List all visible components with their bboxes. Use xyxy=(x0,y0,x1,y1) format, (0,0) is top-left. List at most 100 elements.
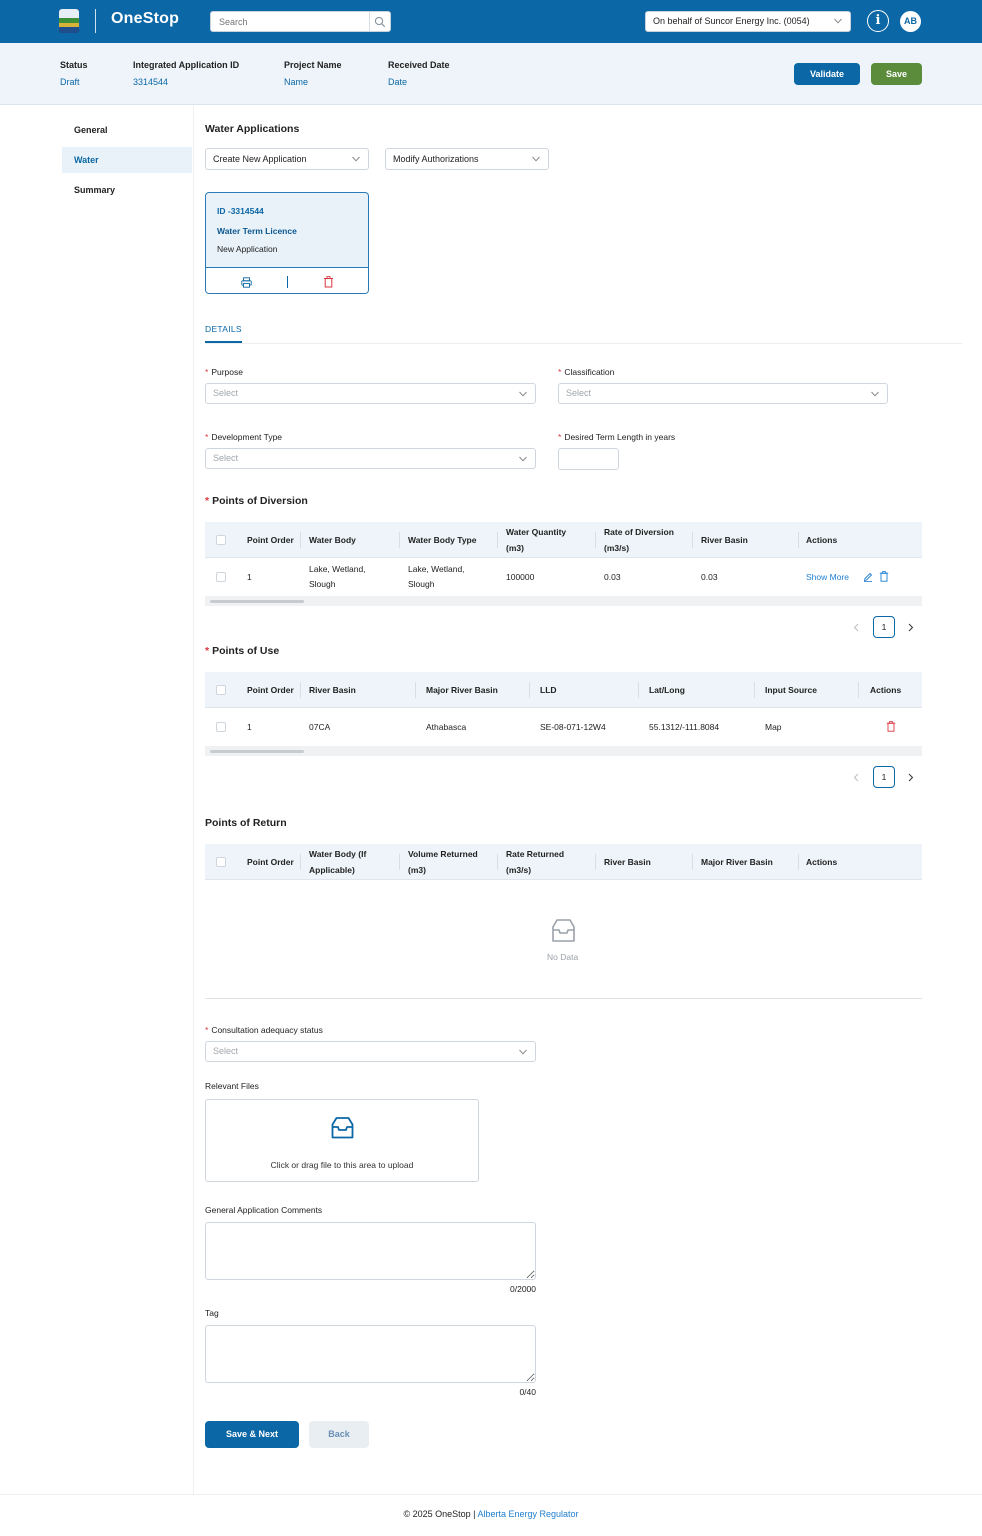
comments-textarea[interactable] xyxy=(205,1222,536,1280)
sidebar-item-summary[interactable]: Summary xyxy=(62,177,192,203)
column-header: Actions xyxy=(870,685,902,695)
save-and-next-button[interactable]: Save & Next xyxy=(205,1421,299,1448)
column-header[interactable]: LLD xyxy=(540,672,630,708)
pagination-next-icon[interactable] xyxy=(906,623,915,632)
application-card-type: Water Term Licence xyxy=(217,226,297,236)
application-card-subtitle: New Application xyxy=(217,244,278,254)
on-behalf-select[interactable]: On behalf of Suncor Energy Inc. (0054) xyxy=(645,11,851,32)
empty-inbox-icon xyxy=(552,919,575,942)
delete-icon[interactable] xyxy=(879,571,889,582)
status-field: Status Draft xyxy=(60,60,88,87)
select-all-checkbox[interactable] xyxy=(216,535,226,545)
application-card[interactable]: ID -3314544 Water Term Licence New Appli… xyxy=(205,192,369,294)
cell-point-order: 1 xyxy=(247,722,252,732)
column-header[interactable]: Lat/Long xyxy=(649,672,749,708)
delete-icon[interactable] xyxy=(323,276,334,288)
column-header[interactable]: Point Order xyxy=(247,844,297,880)
required-mark: * xyxy=(205,645,210,657)
chevron-down-icon xyxy=(532,156,540,162)
cell-rate-of-diversion: 0.03 xyxy=(604,572,621,582)
column-header[interactable]: River Basin xyxy=(604,844,686,880)
cell-river-basin: 0.03 xyxy=(701,572,718,582)
application-id-value: 3314544 xyxy=(133,77,169,87)
received-date-label: Received Date xyxy=(388,60,450,70)
create-new-application-dropdown[interactable]: Create New Application xyxy=(205,148,369,170)
alberta-emblem-icon xyxy=(59,9,79,33)
consultation-select-value: Select xyxy=(213,1046,239,1056)
search-icon[interactable] xyxy=(374,16,386,28)
select-all-checkbox[interactable] xyxy=(216,857,226,867)
points-of-return-table: Point Order Water Body (If Applicable) V… xyxy=(205,844,922,881)
required-mark: * xyxy=(205,367,209,377)
row-checkbox[interactable] xyxy=(216,572,226,582)
back-button[interactable]: Back xyxy=(309,1421,369,1448)
received-date-field: Received Date Date xyxy=(388,60,450,87)
application-card-id: ID -3314544 xyxy=(217,206,264,216)
print-icon[interactable] xyxy=(241,277,252,288)
points-of-return-title: Points of Return xyxy=(205,817,287,829)
development-type-select[interactable]: Select xyxy=(205,448,536,469)
column-header[interactable]: Rate of Diversion (m3/s) xyxy=(604,522,686,558)
term-length-input[interactable] xyxy=(558,448,619,470)
scrollbar-thumb[interactable] xyxy=(210,750,304,753)
column-header[interactable]: Major River Basin xyxy=(701,844,791,880)
footer-divider xyxy=(0,1494,982,1495)
upload-instructions: Click or drag file to this area to uploa… xyxy=(270,1160,414,1170)
modify-authorizations-label: Modify Authorizations xyxy=(393,154,479,164)
column-header[interactable]: River Basin xyxy=(701,522,791,558)
info-icon[interactable]: i xyxy=(867,10,889,32)
pagination-next-icon[interactable] xyxy=(906,773,915,782)
pagination-prev-icon[interactable] xyxy=(852,623,861,632)
comments-label: General Application Comments xyxy=(205,1205,323,1215)
footer-copyright: © 2025 OneStop | xyxy=(403,1509,476,1519)
column-header[interactable]: Point Order xyxy=(247,672,297,708)
show-more-link[interactable]: Show More xyxy=(806,570,849,585)
logo-divider xyxy=(95,9,96,33)
points-of-use-table: Point Order River Basin Major River Basi… xyxy=(205,672,922,756)
column-header[interactable]: River Basin xyxy=(309,672,409,708)
consultation-select[interactable]: Select xyxy=(205,1041,536,1062)
search-input[interactable] xyxy=(211,12,369,31)
brand-logo[interactable]: OneStop xyxy=(111,10,179,28)
purpose-select[interactable]: Select xyxy=(205,383,536,404)
classification-select[interactable]: Select xyxy=(558,383,888,404)
top-navigation-bar: OneStop On behalf of Suncor Energy Inc. … xyxy=(0,0,982,43)
column-header[interactable]: Water Quantity (m3) xyxy=(506,522,576,558)
column-header: Actions xyxy=(806,857,838,867)
column-header[interactable]: Rate Returned (m3/s) xyxy=(506,844,586,880)
cell-input-source: Map xyxy=(765,722,782,732)
column-header[interactable]: Volume Returned (m3) xyxy=(408,844,488,880)
column-header[interactable]: Water Body xyxy=(309,522,399,558)
scrollbar-thumb[interactable] xyxy=(210,600,304,603)
footer: © 2025 OneStop | Alberta Energy Regulato… xyxy=(0,1509,982,1519)
column-header[interactable]: Water Body (If Applicable) xyxy=(309,844,389,880)
tab-details[interactable]: DETAILS xyxy=(205,324,242,334)
horizontal-scrollbar[interactable] xyxy=(205,596,922,606)
modify-authorizations-dropdown[interactable]: Modify Authorizations xyxy=(385,148,549,170)
sidebar-item-water[interactable]: Water xyxy=(62,147,192,173)
column-header[interactable]: Point Order xyxy=(247,522,297,558)
column-header[interactable]: Input Source xyxy=(765,672,855,708)
horizontal-scrollbar[interactable] xyxy=(205,746,922,756)
pagination-prev-icon[interactable] xyxy=(852,773,861,782)
save-button[interactable]: Save xyxy=(871,63,922,85)
chevron-down-icon xyxy=(519,1049,527,1055)
edit-icon[interactable] xyxy=(863,572,873,582)
delete-icon[interactable] xyxy=(886,721,896,732)
sidebar-item-general[interactable]: General xyxy=(62,117,192,143)
table-header: Point Order Water Body Water Body Type W… xyxy=(205,522,922,558)
footer-org-link[interactable]: Alberta Energy Regulator xyxy=(477,1509,578,1519)
chevron-down-icon xyxy=(519,391,527,397)
file-upload-dropzone[interactable]: Click or drag file to this area to uploa… xyxy=(205,1099,479,1182)
column-header[interactable]: Major River Basin xyxy=(426,672,526,708)
tag-textarea[interactable] xyxy=(205,1325,536,1383)
pagination-page[interactable]: 1 xyxy=(873,766,895,788)
received-date-value: Date xyxy=(388,77,408,87)
select-all-checkbox[interactable] xyxy=(216,685,226,695)
row-checkbox[interactable] xyxy=(216,722,226,732)
user-avatar[interactable]: AB xyxy=(900,11,921,32)
column-header[interactable]: Water Body Type xyxy=(408,522,498,558)
pagination-page[interactable]: 1 xyxy=(873,616,895,638)
development-type-label: * Development Type xyxy=(205,432,283,442)
validate-button[interactable]: Validate xyxy=(794,63,860,85)
